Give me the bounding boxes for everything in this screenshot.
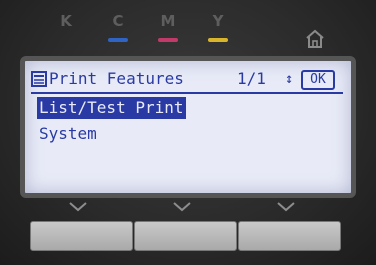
- toner-c-indicator: C: [106, 12, 130, 42]
- menu-item-label: System: [39, 124, 97, 143]
- chevron-down-icon: [277, 202, 295, 212]
- soft-key-center[interactable]: [134, 221, 237, 251]
- toner-k-label: K: [60, 12, 72, 30]
- ok-button[interactable]: OK: [301, 70, 335, 90]
- menu-item-list-test-print[interactable]: List/Test Print: [37, 97, 186, 119]
- toner-c-label: C: [112, 12, 124, 30]
- up-down-arrow-icon: ↕: [285, 71, 294, 87]
- toner-y-label: Y: [212, 12, 224, 30]
- screen-header: Print Features 1/1 ↕ OK: [31, 67, 345, 91]
- header-divider: [31, 92, 343, 94]
- page-indicator: 1/1: [237, 69, 266, 88]
- printer-panel: K C M Y Print Features 1/1 ↕ OK List/Tes…: [0, 0, 376, 265]
- lcd-screen: Print Features 1/1 ↕ OK List/Test Print …: [20, 56, 356, 198]
- toner-m-bar: [158, 38, 178, 42]
- toner-k-indicator: K: [54, 12, 78, 30]
- home-icon[interactable]: [304, 28, 326, 50]
- toner-m-label: M: [160, 12, 176, 30]
- menu-item-system[interactable]: System: [37, 123, 99, 145]
- toner-y-indicator: Y: [206, 12, 230, 42]
- screen-title: Print Features: [49, 69, 184, 88]
- chevron-down-icon: [173, 202, 191, 212]
- toner-m-indicator: M: [156, 12, 180, 42]
- toner-y-bar: [208, 38, 228, 42]
- menu-item-label: List/Test Print: [39, 98, 184, 117]
- chevron-down-icon: [69, 202, 87, 212]
- soft-key-left[interactable]: [30, 221, 133, 251]
- toner-c-bar: [108, 38, 128, 42]
- soft-key-right[interactable]: [238, 221, 341, 251]
- document-icon: [31, 71, 47, 87]
